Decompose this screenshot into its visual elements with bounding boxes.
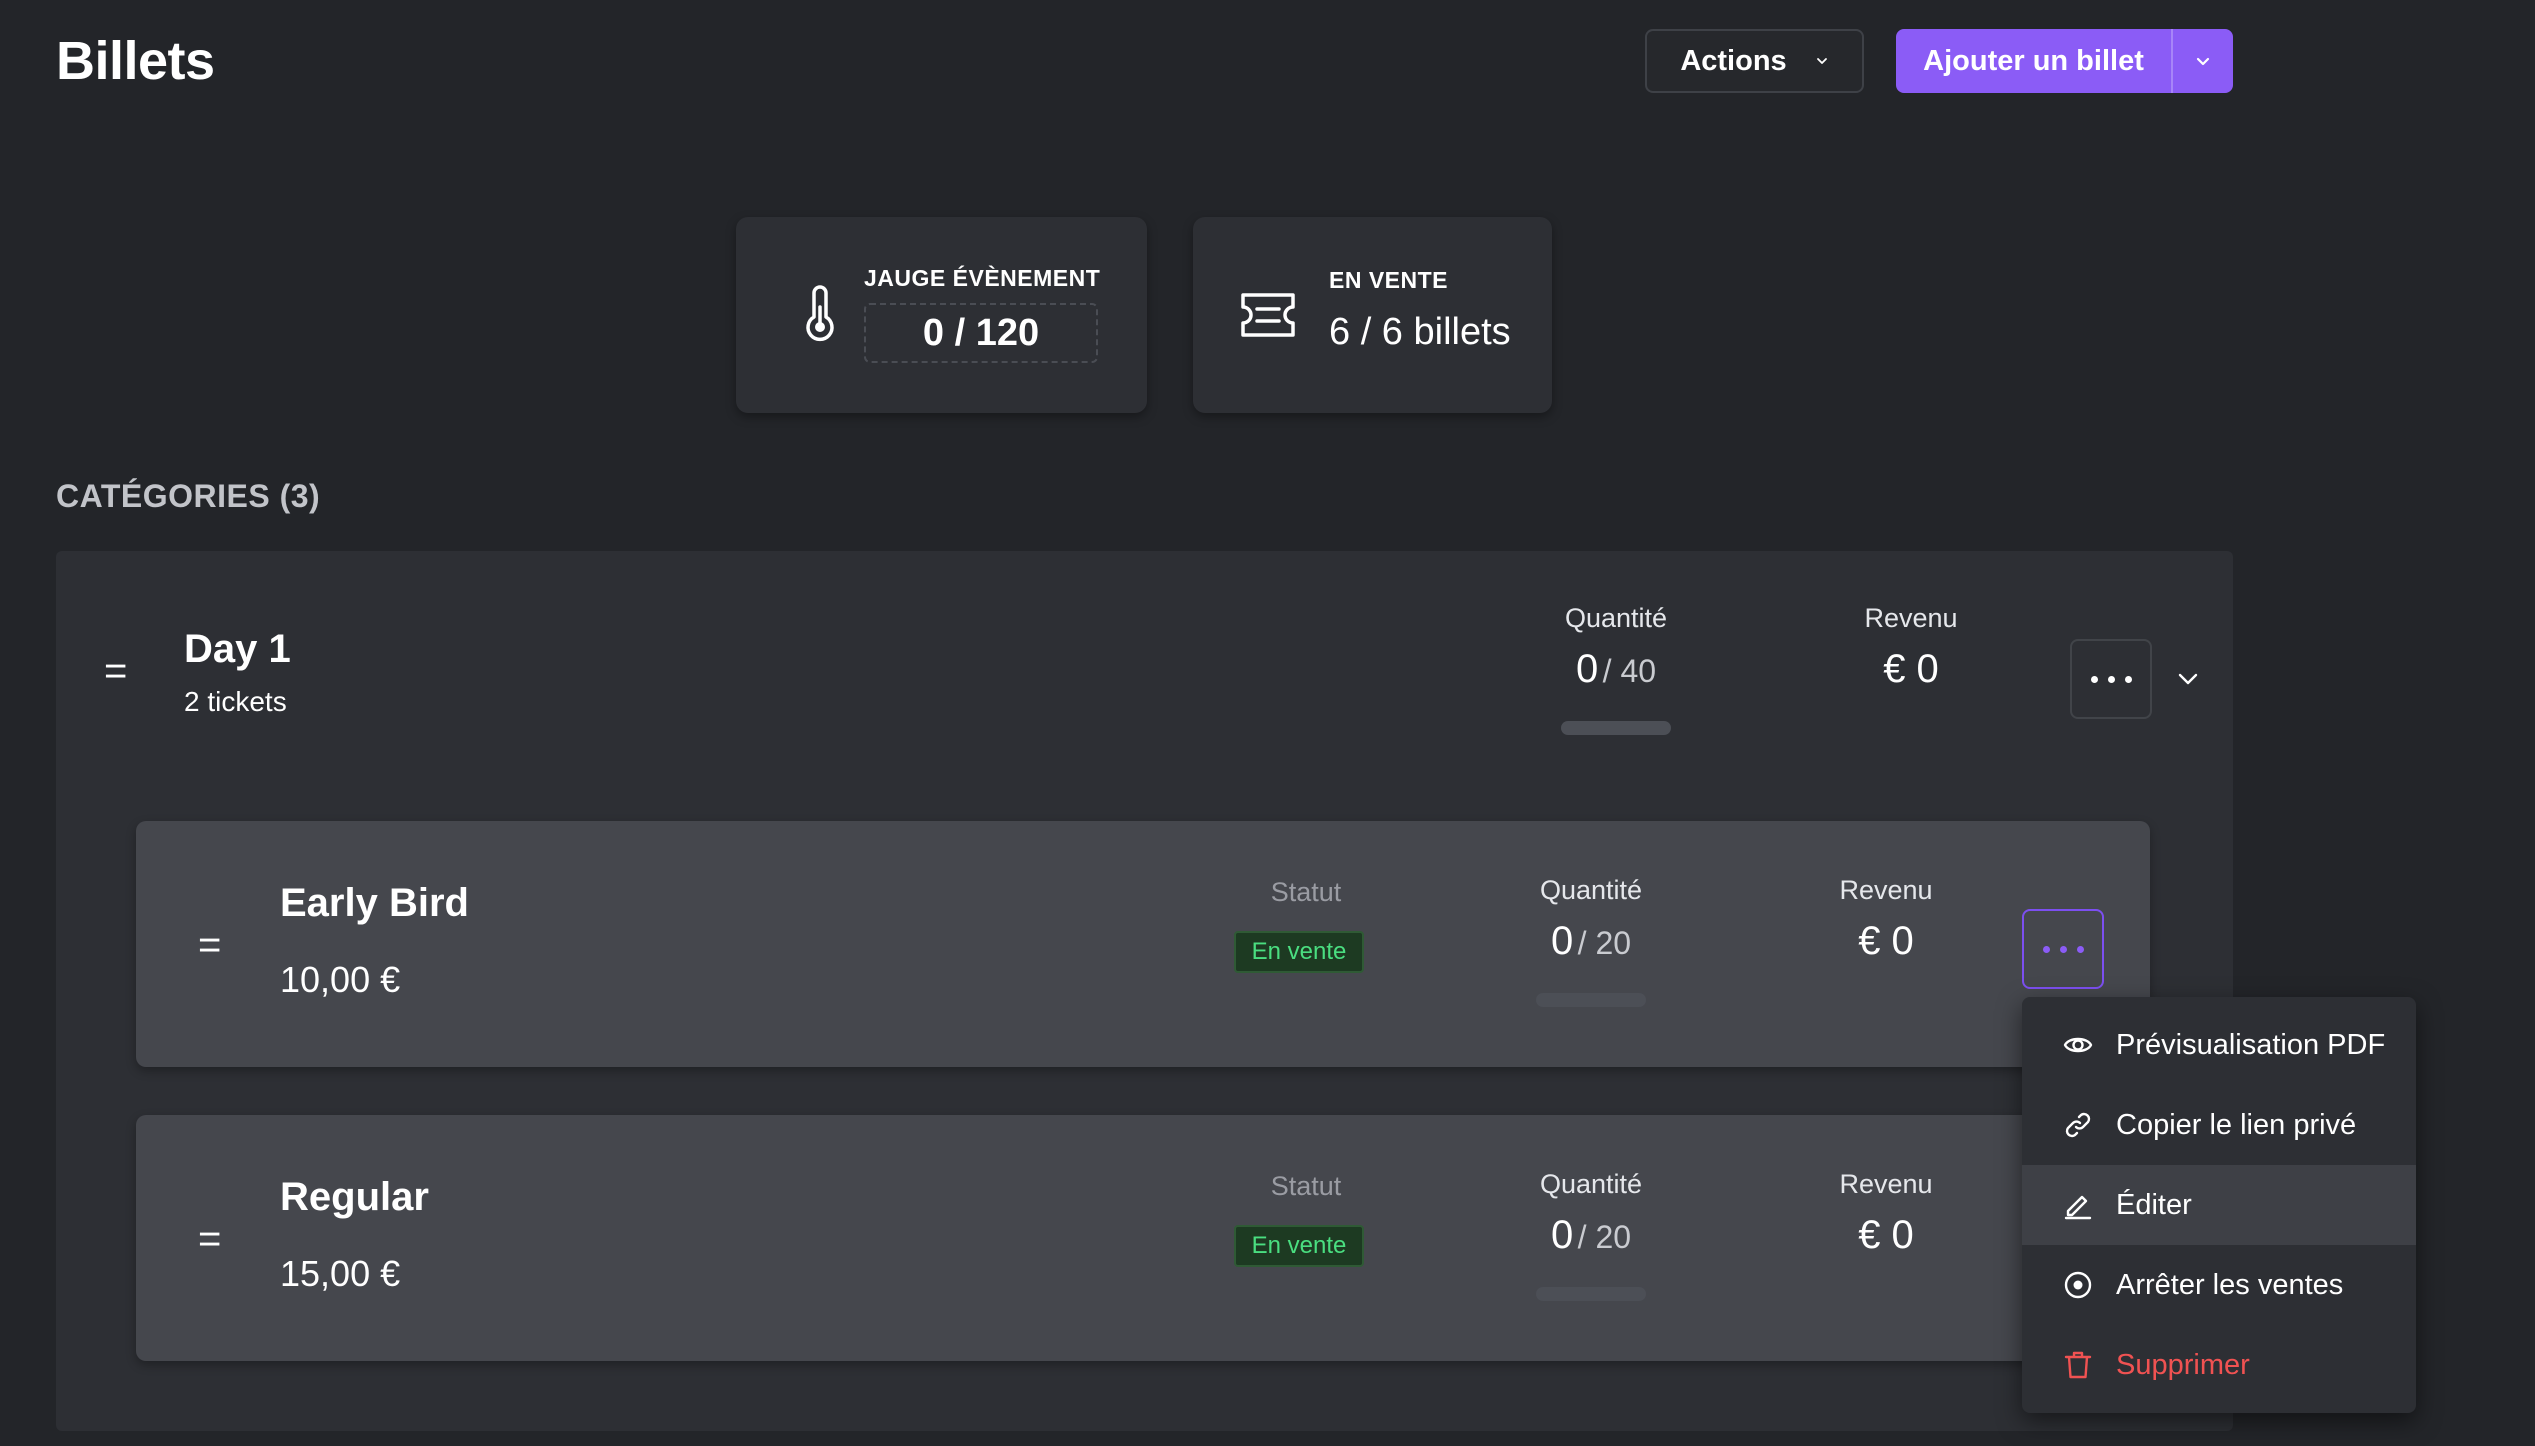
add-ticket-options-button[interactable] xyxy=(2171,29,2233,93)
ticket-quantity-total: / 20 xyxy=(1577,925,1632,961)
ticket-price: 10,00 € xyxy=(280,959,401,1000)
ticket-name: Regular xyxy=(280,1175,429,1219)
stop-circle-icon xyxy=(2064,1271,2092,1299)
ticket-quantity-progress xyxy=(1536,1287,1646,1301)
tickets-page: Billets Actions Ajouter un billet JAUGE … xyxy=(0,0,2535,1446)
ticket-row: = Regular 15,00 € Statut En vente Quanti… xyxy=(136,1115,2150,1361)
drag-handle-icon[interactable]: = xyxy=(104,651,127,691)
category-more-button[interactable] xyxy=(2070,639,2152,719)
page-title: Billets xyxy=(56,31,215,91)
category-quantity-label: Quantité xyxy=(1564,603,1668,633)
ticket-quantity-value: 0 / 20 xyxy=(1491,1213,1691,1258)
drag-handle-icon[interactable]: = xyxy=(198,925,221,965)
menu-item-label: Arrêter les ventes xyxy=(2116,1268,2344,1301)
eye-icon xyxy=(2063,1037,2093,1053)
ticket-name: Early Bird xyxy=(280,881,469,925)
more-dot xyxy=(2076,945,2084,953)
chevron-down-icon xyxy=(2196,57,2210,66)
category-quantity-progress xyxy=(1561,721,1671,735)
on-sale-card: EN VENTE 6 / 6 billets xyxy=(1193,217,1552,413)
category-revenue-value: € 0 xyxy=(1811,647,2011,692)
more-dot xyxy=(2124,675,2132,683)
category-quantity-value: 0 / 40 xyxy=(1516,647,1716,692)
more-dot xyxy=(2107,675,2115,683)
category-revenue: € 0 xyxy=(1883,647,1939,691)
category-name: Day 1 xyxy=(184,627,291,671)
menu-item-edit[interactable]: Éditer xyxy=(2022,1165,2416,1245)
actions-dropdown-button[interactable]: Actions xyxy=(1645,29,1864,93)
link-icon xyxy=(2065,1112,2091,1138)
ticket-quantity-sold: 0 xyxy=(1550,919,1574,963)
ticket-row: = Early Bird 10,00 € Statut En vente Qua… xyxy=(136,821,2150,1067)
more-dot xyxy=(2059,945,2067,953)
menu-item-preview-pdf[interactable]: Prévisualisation PDF xyxy=(2022,1005,2416,1085)
menu-item-stop-sales[interactable]: Arrêter les ventes xyxy=(2022,1245,2416,1325)
on-sale-label: EN VENTE xyxy=(1329,267,1449,293)
more-dot xyxy=(2090,675,2098,683)
ticket-quantity-value: 0 / 20 xyxy=(1491,919,1691,964)
actions-label: Actions xyxy=(1680,44,1787,77)
ticket-revenue: € 0 xyxy=(1858,1213,1914,1257)
status-badge: En vente xyxy=(1234,1225,1364,1267)
ticket-quantity-sold: 0 xyxy=(1550,1213,1574,1257)
add-ticket-split-button: Ajouter un billet xyxy=(1896,29,2233,93)
pencil-icon xyxy=(2064,1195,2092,1220)
add-ticket-button[interactable]: Ajouter un billet xyxy=(1896,29,2171,93)
ticket-icon xyxy=(1241,293,1295,337)
ticket-revenue-label: Revenu xyxy=(1839,875,1933,905)
category-ticket-count: 2 tickets xyxy=(184,686,287,717)
gauge-label: JAUGE ÉVÈNEMENT xyxy=(864,265,1101,291)
category-revenue-label: Revenu xyxy=(1864,603,1958,633)
more-dot xyxy=(2042,945,2050,953)
menu-item-label: Copier le lien privé xyxy=(2116,1108,2357,1141)
categories-title: CATÉGORIES (3) xyxy=(56,478,321,514)
menu-item-copy-private-link[interactable]: Copier le lien privé xyxy=(2022,1085,2416,1165)
status-badge: En vente xyxy=(1234,931,1364,973)
menu-item-label: Prévisualisation PDF xyxy=(2116,1028,2386,1061)
category-panel: = Day 1 2 tickets Quantité 0 / 40 Revenu… xyxy=(56,551,2233,1431)
ticket-revenue-value: € 0 xyxy=(1786,919,1986,964)
drag-handle-icon[interactable]: = xyxy=(198,1219,221,1259)
ticket-status-label: Statut xyxy=(1270,877,1342,907)
add-ticket-label: Ajouter un billet xyxy=(1923,44,2144,77)
event-gauge-card: JAUGE ÉVÈNEMENT 0 / 120 xyxy=(736,217,1147,413)
chevron-down-icon[interactable] xyxy=(2176,667,2200,691)
ticket-revenue: € 0 xyxy=(1858,919,1914,963)
ticket-quantity-total: / 20 xyxy=(1577,1219,1632,1255)
menu-item-label: Éditer xyxy=(2116,1188,2192,1221)
ticket-price: 15,00 € xyxy=(280,1253,401,1294)
gauge-value[interactable]: 0 / 120 xyxy=(864,303,1098,363)
ticket-revenue-label: Revenu xyxy=(1839,1169,1933,1199)
category-quantity-total: / 40 xyxy=(1602,653,1657,689)
menu-item-label: Supprimer xyxy=(2116,1348,2250,1381)
category-quantity-sold: 0 xyxy=(1575,647,1599,691)
ticket-status-label: Statut xyxy=(1270,1171,1342,1201)
thermometer-icon xyxy=(806,285,834,342)
ticket-quantity-label: Quantité xyxy=(1539,875,1643,905)
on-sale-value: 6 / 6 billets xyxy=(1329,311,1511,353)
ticket-quantity-label: Quantité xyxy=(1539,1169,1643,1199)
trash-icon xyxy=(2064,1351,2092,1379)
ticket-quantity-progress xyxy=(1536,993,1646,1007)
ticket-more-button[interactable] xyxy=(2022,909,2104,989)
chevron-down-icon xyxy=(1816,58,1827,64)
menu-item-delete[interactable]: Supprimer xyxy=(2022,1325,2416,1405)
ticket-actions-menu: Prévisualisation PDF Copier le lien priv… xyxy=(2022,997,2416,1413)
ticket-revenue-value: € 0 xyxy=(1786,1213,1986,1258)
